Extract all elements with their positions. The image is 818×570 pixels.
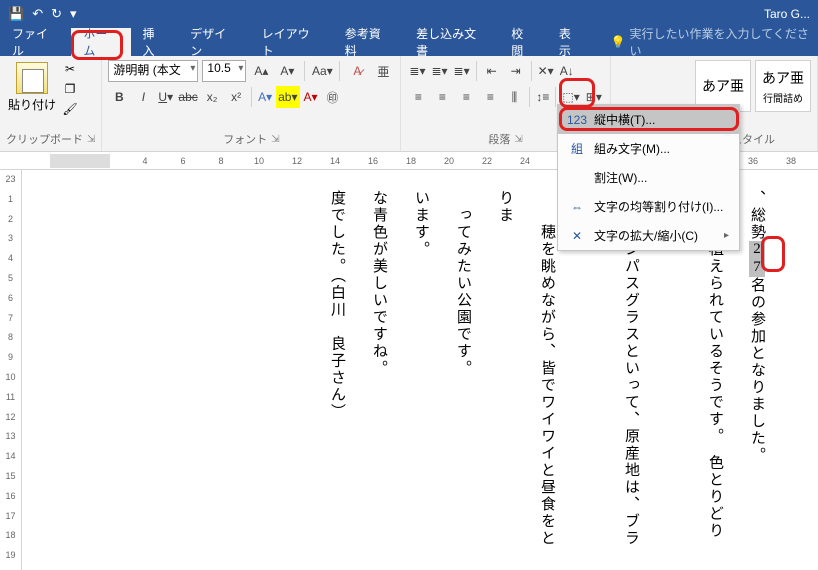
menu-kintou[interactable]: ⇔ 文字の均等割り付け(I)...: [558, 192, 739, 221]
group-clipboard: 貼り付け ✂ ❐ 🖌 クリップボード ⇲: [0, 56, 102, 151]
align-right-button[interactable]: ≡: [455, 86, 477, 108]
vertical-ruler[interactable]: 2312345678910111213141516171819: [0, 170, 22, 570]
menu-kumimoji[interactable]: 組 組み文字(M)...: [558, 134, 739, 163]
style-preview: あア亜: [762, 68, 804, 88]
sort-button[interactable]: A↓: [558, 60, 576, 82]
menu-warichu[interactable]: 割注(W)...: [558, 163, 739, 192]
tab-references[interactable]: 参考資料: [333, 28, 404, 56]
asian-layout-dropdown: 123 縦中横(T)... 組 組み文字(M)... 割注(W)... ⇔ 文字…: [557, 104, 740, 251]
font-size-select[interactable]: 10.5: [202, 60, 246, 82]
kumimoji-icon: 組: [568, 140, 586, 157]
numbering-button[interactable]: ≣▾: [429, 60, 449, 82]
clipboard-group-label: クリップボード: [6, 131, 83, 147]
ribbon-tabs: ファイル ホーム 挿入 デザイン レイアウト 参考資料 差し込み文書 校閲 表示…: [0, 28, 818, 56]
decrease-indent-button[interactable]: ⇤: [481, 60, 503, 82]
format-painter-button[interactable]: 🖌: [60, 100, 80, 118]
increase-indent-button[interactable]: ⇥: [505, 60, 527, 82]
strikethrough-button[interactable]: abc: [177, 86, 199, 108]
superscript-button[interactable]: x²: [225, 86, 247, 108]
redo-icon[interactable]: ↻: [51, 6, 62, 22]
highlight-button[interactable]: ab▾: [276, 86, 299, 108]
tab-view[interactable]: 表示: [547, 28, 595, 56]
group-font: 游明朝 (本文 10.5 A▴ A▾ Aa▾ A̷ 亜 B I U▾ abc x…: [102, 56, 401, 151]
bold-button[interactable]: B: [108, 86, 130, 108]
asian-layout-button[interactable]: ✕▾: [536, 60, 556, 82]
menu-kakudai[interactable]: ✕ 文字の拡大/縮小(C) ▸: [558, 221, 739, 250]
subscript-button[interactable]: x₂: [201, 86, 223, 108]
submenu-arrow-icon: ▸: [724, 230, 729, 241]
font-color-button[interactable]: A▾: [302, 86, 320, 108]
tab-insert[interactable]: 挿入: [131, 28, 179, 56]
tell-me-label: 実行したい作業を入力してください: [630, 25, 818, 59]
font-name-select[interactable]: 游明朝 (本文: [108, 60, 198, 82]
menu-tatechuyoko-label: 縦中横(T)...: [594, 111, 655, 128]
kintou-icon: ⇔: [568, 200, 586, 214]
tab-design[interactable]: デザイン: [178, 28, 249, 56]
bullets-button[interactable]: ≣▾: [407, 60, 427, 82]
tatechuyoko-icon: 123: [568, 113, 586, 127]
menu-kintou-label: 文字の均等割り付け(I)...: [594, 198, 723, 215]
grow-font-button[interactable]: A▴: [250, 60, 272, 82]
tell-me-search[interactable]: 💡 実行したい作業を入力してください: [595, 25, 818, 59]
menu-kakudai-label: 文字の拡大/縮小(C): [594, 227, 698, 244]
align-left-button[interactable]: ≡: [407, 86, 429, 108]
paragraph-group-label: 段落: [488, 131, 510, 147]
paste-button[interactable]: 貼り付け: [6, 60, 58, 115]
lightbulb-icon: 💡: [611, 35, 626, 49]
selected-text-27: 27: [749, 241, 765, 277]
enclose-character-button[interactable]: ㊞: [322, 86, 344, 108]
style-nospacing[interactable]: あア亜 行間詰め: [755, 60, 811, 112]
multilevel-list-button[interactable]: ≣▾: [452, 60, 472, 82]
save-icon[interactable]: 💾: [8, 6, 24, 22]
tab-layout[interactable]: レイアウト: [250, 28, 333, 56]
undo-icon[interactable]: ↶: [32, 6, 43, 22]
tab-mailings[interactable]: 差し込み文書: [404, 28, 499, 56]
paste-label: 貼り付け: [8, 96, 56, 113]
distributed-button[interactable]: ⫼: [503, 86, 525, 108]
font-group-label: フォント: [223, 131, 267, 147]
menu-kumimoji-label: 組み文字(M)...: [594, 140, 670, 157]
tab-file[interactable]: ファイル: [0, 28, 71, 56]
document-title: Taro G...: [764, 7, 810, 21]
paste-icon: [16, 62, 48, 94]
style-preview: あア亜: [702, 76, 744, 96]
tab-home[interactable]: ホーム: [71, 28, 130, 56]
font-launcher[interactable]: ⇲: [271, 134, 279, 145]
kakudai-icon: ✕: [568, 229, 586, 243]
paragraph-launcher[interactable]: ⇲: [514, 134, 522, 145]
style-nospacing-label: 行間詰め: [763, 90, 803, 105]
menu-warichu-label: 割注(W)...: [594, 169, 647, 186]
italic-button[interactable]: I: [132, 86, 154, 108]
qat-dropdown-icon[interactable]: ▾: [70, 6, 77, 22]
copy-button[interactable]: ❐: [60, 80, 80, 98]
underline-button[interactable]: U▾: [156, 86, 175, 108]
menu-tatechuyoko[interactable]: 123 縦中横(T)...: [558, 105, 739, 134]
shrink-font-button[interactable]: A▾: [276, 60, 298, 82]
phonetic-guide-button[interactable]: 亜: [372, 60, 394, 82]
text-effects-button[interactable]: A▾: [256, 86, 274, 108]
line-spacing-button[interactable]: ↕≡: [534, 86, 551, 108]
tab-review[interactable]: 校閲: [499, 28, 547, 56]
clipboard-launcher[interactable]: ⇲: [87, 134, 95, 145]
clear-formatting-button[interactable]: A̷: [346, 60, 368, 82]
justify-button[interactable]: ≡: [479, 86, 501, 108]
cut-button[interactable]: ✂: [60, 60, 80, 78]
title-bar: 💾 ↶ ↻ ▾ Taro G...: [0, 0, 818, 28]
change-case-button[interactable]: Aa▾: [311, 60, 333, 82]
align-center-button[interactable]: ≡: [431, 86, 453, 108]
